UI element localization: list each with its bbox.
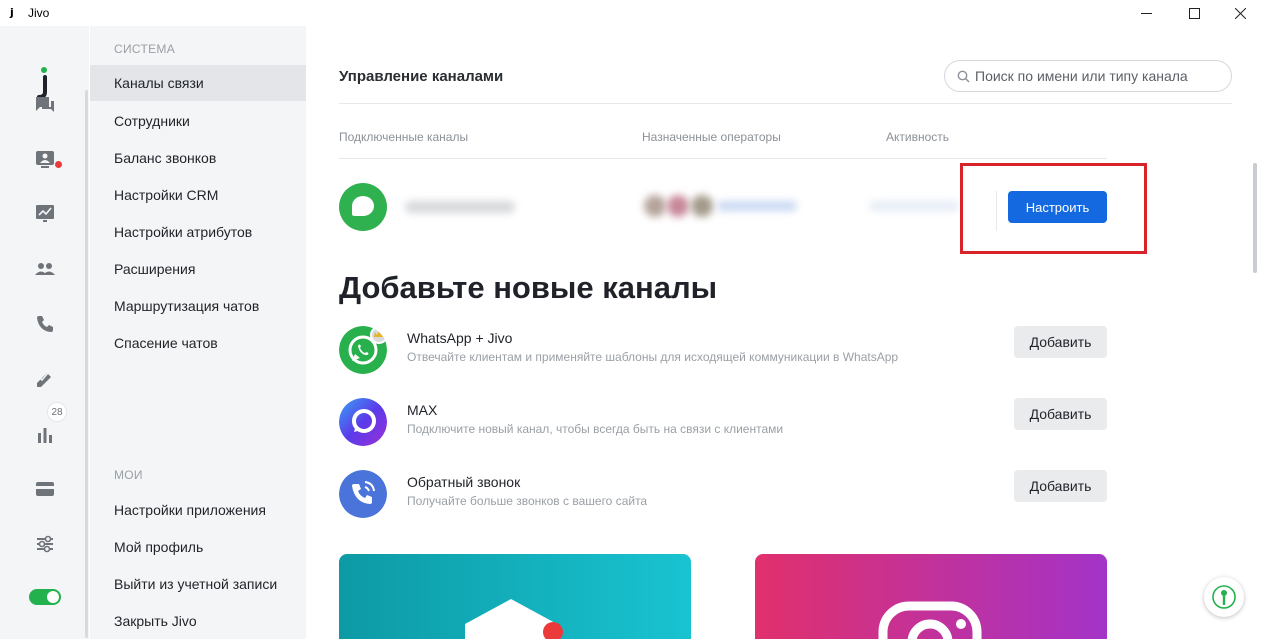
max-icon: [339, 398, 387, 446]
add-callback-button[interactable]: Добавить: [1014, 470, 1107, 502]
section-system-title: СИСТЕМА: [114, 42, 175, 56]
channel-name-blurred: [405, 201, 515, 213]
search-input[interactable]: [975, 67, 1225, 85]
add-channel-max: MAX Подключите новый канал, чтобы всегда…: [339, 398, 1109, 448]
section-my-title: МОИ: [114, 468, 143, 482]
title-bar: j Jivo: [0, 0, 1261, 26]
channel-search[interactable]: [944, 60, 1232, 92]
sidebar-item-employees[interactable]: Сотрудники: [90, 103, 306, 139]
app-logo-icon: j: [10, 6, 14, 19]
email-channel-card[interactable]: [339, 554, 691, 639]
close-button[interactable]: [1217, 0, 1261, 26]
operator-avatar: [667, 195, 689, 217]
sidebar-item-channels[interactable]: Каналы связи: [90, 65, 306, 101]
stats-icon[interactable]: [32, 422, 58, 448]
maximize-button[interactable]: [1171, 0, 1217, 26]
channel-name: Обратный звонок: [407, 474, 521, 490]
page-title: Управление каналами: [339, 68, 504, 85]
dashboard-icon[interactable]: [32, 200, 58, 226]
sidebar-item-attribute-settings[interactable]: Настройки атрибутов: [90, 214, 306, 250]
sidebar-item-chat-routing[interactable]: Маршрутизация чатов: [90, 288, 306, 324]
tasks-count-badge: 28: [47, 402, 67, 422]
instagram-icon: [878, 601, 982, 639]
settings-sidebar: СИСТЕМА Каналы связи Сотрудники Баланс з…: [90, 26, 306, 639]
team-icon[interactable]: [32, 256, 58, 282]
maximize-icon: [1188, 7, 1200, 19]
online-status-toggle[interactable]: [29, 589, 61, 605]
jivo-widget-icon: [1212, 585, 1236, 609]
channel-description: Отвечайте клиентам и применяйте шаблоны …: [407, 350, 899, 364]
callback-phone-icon: [339, 470, 387, 518]
chat-icon[interactable]: [32, 92, 58, 118]
channel-description: Подключите новый канал, чтобы всегда быт…: [407, 422, 784, 436]
add-max-button[interactable]: Добавить: [1014, 398, 1107, 430]
highlight-frame: [960, 163, 1147, 254]
channel-name: WhatsApp + Jivo: [407, 330, 513, 346]
notification-dot: [55, 161, 62, 168]
operator-avatar: [644, 195, 666, 217]
sidebar-item-call-balance[interactable]: Баланс звонков: [90, 140, 306, 176]
phone-icon[interactable]: [32, 311, 58, 337]
add-whatsapp-button[interactable]: Добавить: [1014, 326, 1107, 358]
whatsapp-icon: [339, 326, 387, 374]
billing-icon[interactable]: [32, 476, 58, 502]
columns-divider: [339, 158, 1107, 159]
chat-channel-icon: [339, 183, 387, 231]
channel-description: Получайте больше звонков с вашего сайта: [407, 494, 648, 508]
header-divider: [339, 103, 1232, 104]
operator-avatar: [691, 195, 713, 217]
icon-rail: 28: [0, 26, 88, 639]
sidebar-item-chat-rescue[interactable]: Спасение чатов: [90, 325, 306, 361]
content-scrollbar[interactable]: [1253, 163, 1257, 273]
tasks-icon[interactable]: [32, 366, 58, 392]
activity-blurred: [869, 201, 959, 211]
sidebar-item-crm-settings[interactable]: Настройки CRM: [90, 177, 306, 213]
column-activity: Активность: [886, 130, 950, 144]
sidebar-item-close-jivo[interactable]: Закрыть Jivo: [90, 603, 306, 639]
minimize-icon: [1140, 12, 1152, 14]
sidebar-item-app-settings[interactable]: Настройки приложения: [90, 492, 306, 528]
column-connected-channels: Подключенные каналы: [339, 130, 469, 144]
sidebar-item-logout[interactable]: Выйти из учетной записи: [90, 566, 306, 602]
main-content: Управление каналами Подключенные каналы …: [306, 26, 1261, 639]
add-channels-title: Добавьте новые каналы: [339, 270, 718, 305]
settings-icon[interactable]: [32, 531, 58, 557]
add-channel-whatsapp: WhatsApp + Jivo Отвечайте клиентам и при…: [339, 326, 1109, 376]
operators-link-blurred: [717, 201, 797, 211]
sidebar-scrollbar[interactable]: [85, 90, 88, 638]
channel-name: MAX: [407, 402, 438, 418]
sidebar-item-my-profile[interactable]: Мой профиль: [90, 529, 306, 565]
toggle-knob: [47, 591, 59, 603]
window-title: Jivo: [28, 6, 50, 20]
envelope-icon: [465, 599, 563, 639]
close-icon: [1234, 7, 1246, 19]
column-assigned-operators: Назначенные операторы: [642, 130, 781, 144]
instagram-channel-card[interactable]: [755, 554, 1107, 639]
help-widget-button[interactable]: [1204, 577, 1244, 617]
add-channel-callback: Обратный звонок Получайте больше звонков…: [339, 470, 1109, 520]
search-icon: [957, 70, 970, 83]
sidebar-item-extensions[interactable]: Расширения: [90, 251, 306, 287]
minimize-button[interactable]: [1123, 0, 1169, 26]
visitors-icon[interactable]: [32, 146, 58, 172]
